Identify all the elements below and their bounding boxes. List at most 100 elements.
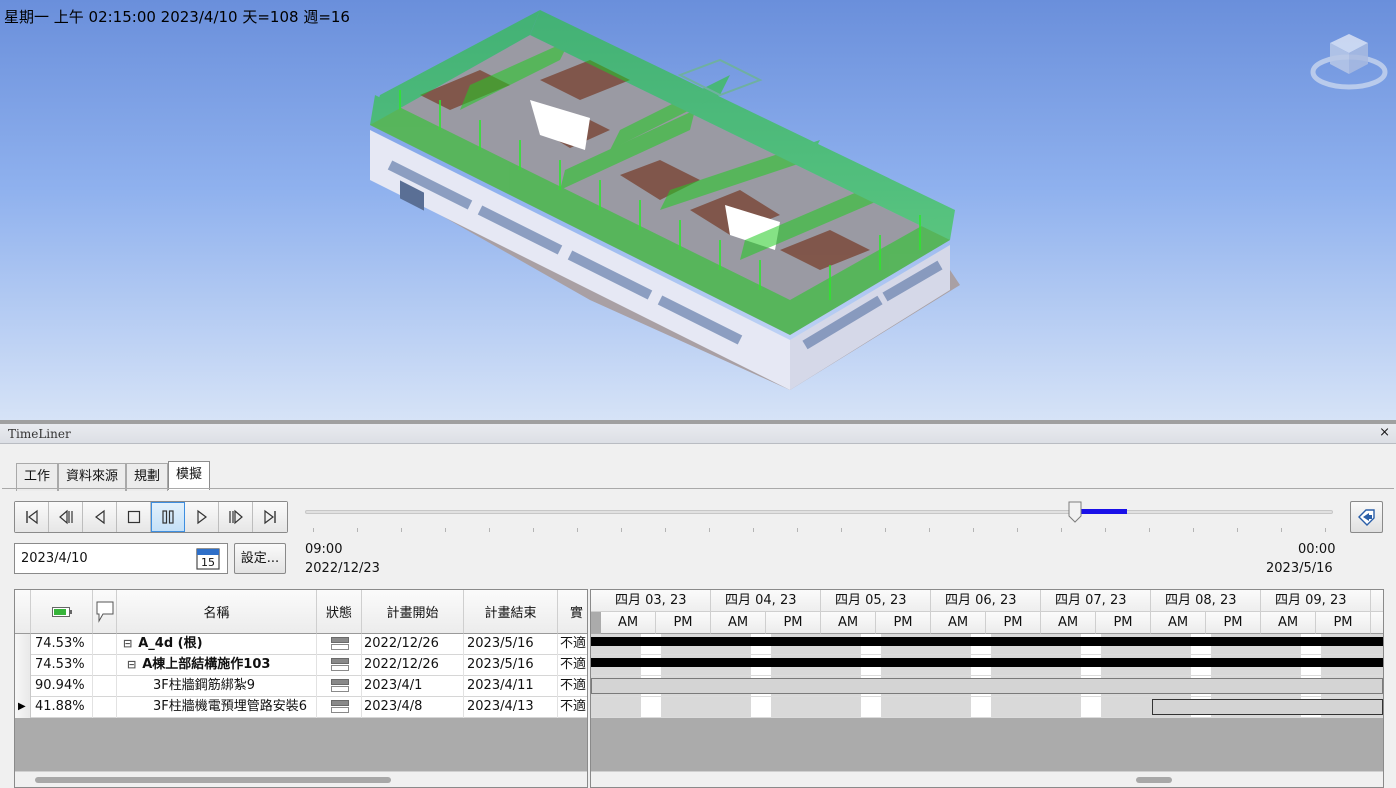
timeline-slider-progress — [1080, 509, 1127, 514]
status-cell — [317, 697, 362, 718]
step-back-icon — [58, 509, 73, 525]
rewind-to-start-button[interactable] — [15, 502, 49, 532]
actual-cell[interactable]: 不適 — [558, 634, 587, 655]
gantt-am-header: AM — [1041, 612, 1096, 634]
planned-end-cell[interactable]: 2023/4/11 — [464, 676, 558, 697]
gantt-am-header: AM — [601, 612, 656, 634]
planned-end-cell[interactable]: 2023/5/16 — [464, 634, 558, 655]
gantt-row[interactable] — [591, 655, 1383, 676]
progress-percent: 74.53% — [31, 634, 93, 655]
comment-cell[interactable] — [93, 697, 117, 718]
tab-tasks[interactable]: 工作 — [16, 463, 59, 491]
task-name-cell[interactable]: ⊟ A_4d (根) — [117, 634, 317, 655]
row-header[interactable] — [15, 634, 31, 655]
task-grid-horizontal-scrollbar[interactable] — [15, 771, 587, 787]
slider-tick — [1149, 528, 1150, 532]
column-planned-end-header[interactable]: 計畫結束 — [464, 590, 558, 634]
tab-strip: 工作 資料來源 規劃 模擬 — [16, 461, 211, 491]
skip-to-start-icon — [25, 509, 38, 525]
play-button[interactable] — [185, 502, 219, 532]
step-forward-icon — [228, 509, 243, 525]
gantt-am-header: AM — [821, 612, 876, 634]
task-name-cell[interactable]: 3F柱牆鋼筋綁紮9 — [117, 676, 317, 697]
stop-icon — [127, 510, 140, 524]
slider-tick — [357, 528, 358, 532]
gantt-am-header: AM — [711, 612, 766, 634]
forward-to-end-button[interactable] — [253, 502, 287, 532]
comment-cell[interactable] — [93, 634, 117, 655]
task-name-cell[interactable]: 3F柱牆機電預埋管路安裝6 — [117, 697, 317, 718]
planned-start-cell[interactable]: 2023/4/8 — [362, 697, 464, 718]
gantt-summary-bar[interactable] — [591, 637, 1383, 646]
playback-controls — [14, 501, 288, 533]
step-back-button[interactable] — [49, 502, 83, 532]
planned-start-cell[interactable]: 2022/12/26 — [362, 634, 464, 655]
calendar-day: 15 — [201, 556, 215, 569]
table-row[interactable]: 74.53% ⊟ A_4d (根) 2022/12/26 2023/5/16 不適 — [15, 634, 587, 655]
task-name: A_4d (根) — [138, 636, 203, 651]
gantt-task-bar[interactable] — [591, 678, 1383, 694]
table-row[interactable]: 90.94% 3F柱牆鋼筋綁紮9 2023/4/1 2023/4/11 不適 — [15, 676, 587, 697]
column-name-header[interactable]: 名稱 — [117, 590, 317, 634]
slider-tick — [401, 528, 402, 532]
planned-start-cell[interactable]: 2022/12/26 — [362, 655, 464, 676]
planned-start-cell[interactable]: 2023/4/1 — [362, 676, 464, 697]
timeline-slider-thumb[interactable] — [1068, 501, 1082, 523]
actual-cell[interactable]: 不適 — [558, 676, 587, 697]
tab-simulate[interactable]: 模擬 — [168, 461, 211, 490]
viewcube-icon[interactable] — [1310, 26, 1388, 92]
play-reverse-button[interactable] — [83, 502, 117, 532]
collapse-icon[interactable]: ⊟ — [123, 637, 132, 650]
task-name: 3F柱牆機電預埋管路安裝6 — [153, 699, 308, 714]
task-name-cell[interactable]: ⊟ A棟上部結構施作103 — [117, 655, 317, 676]
planned-end-cell[interactable]: 2023/4/13 — [464, 697, 558, 718]
table-row[interactable]: 74.53% ⊟ A棟上部結構施作103 2022/12/26 2023/5/16 不適 — [15, 655, 587, 676]
column-progress-header[interactable] — [31, 590, 93, 634]
gantt-date-header: 四月 09, 23 — [1261, 590, 1371, 612]
actual-cell[interactable]: 不適 — [558, 655, 587, 676]
gantt-row[interactable] — [591, 697, 1383, 718]
task-name: 3F柱牆鋼筋綁紮9 — [153, 678, 256, 693]
gantt-date-header: 四月 05, 23 — [821, 590, 931, 612]
tab-configure[interactable]: 規劃 — [126, 463, 169, 491]
calendar-icon[interactable]: 15 — [196, 546, 220, 570]
settings-button[interactable]: 設定... — [234, 543, 286, 574]
gantt-ampm-overflow — [1371, 612, 1383, 634]
table-row[interactable]: ▶ 41.88% 3F柱牆機電預埋管路安裝6 2023/4/8 2023/4/13 不適 — [15, 697, 587, 718]
gantt-summary-bar[interactable] — [591, 658, 1383, 667]
timeline-slider-track[interactable] — [305, 510, 1333, 514]
column-comment-header[interactable] — [93, 590, 117, 634]
scrollbar-thumb[interactable] — [1136, 777, 1172, 783]
gantt-horizontal-scrollbar[interactable] — [591, 771, 1383, 787]
row-header[interactable] — [15, 655, 31, 676]
close-icon[interactable]: × — [1379, 425, 1390, 440]
row-header[interactable]: ▶ — [15, 697, 31, 718]
stop-button[interactable] — [117, 502, 151, 532]
building-model[interactable] — [360, 0, 980, 410]
column-status-header[interactable]: 狀態 — [317, 590, 362, 634]
column-actual-header[interactable]: 實 — [558, 590, 587, 634]
row-header[interactable] — [15, 676, 31, 697]
gantt-row[interactable] — [591, 676, 1383, 697]
tab-data-sources[interactable]: 資料來源 — [58, 463, 127, 491]
collapse-icon[interactable]: ⊟ — [127, 658, 136, 671]
actual-cell[interactable]: 不適 — [558, 697, 587, 718]
gantt-row[interactable] — [591, 634, 1383, 655]
comment-cell[interactable] — [93, 655, 117, 676]
pause-button[interactable] — [151, 502, 185, 532]
progress-percent: 41.88% — [31, 697, 93, 718]
column-planned-start-header[interactable]: 計畫開始 — [362, 590, 464, 634]
slider-tick — [533, 528, 534, 532]
scrollbar-thumb[interactable] — [35, 777, 391, 783]
current-row-marker: ▶ — [18, 701, 26, 712]
planned-end-cell[interactable]: 2023/5/16 — [464, 655, 558, 676]
pause-icon — [162, 510, 174, 524]
slider-end-date: 2023/5/16 — [1266, 561, 1333, 576]
step-forward-button[interactable] — [219, 502, 253, 532]
3d-viewport[interactable]: 星期一 上午 02:15:00 2023/4/10 天=108 週=16 — [0, 0, 1396, 420]
comment-icon — [96, 601, 113, 623]
export-animation-button[interactable] — [1350, 501, 1383, 533]
slider-tick — [1325, 528, 1326, 532]
comment-cell[interactable] — [93, 676, 117, 697]
gantt-task-bar[interactable] — [1152, 699, 1383, 715]
